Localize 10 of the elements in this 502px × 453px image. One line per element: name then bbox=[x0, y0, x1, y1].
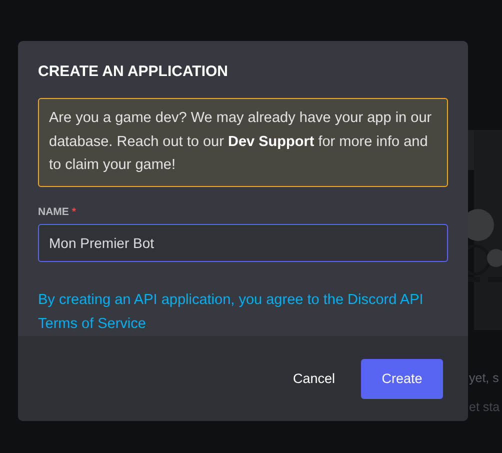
terms-link[interactable]: By creating an API application, you agree to the Discord API Terms of Service bbox=[38, 288, 448, 336]
name-field[interactable]: Mon Premier Bot bbox=[38, 224, 448, 262]
field-label: NAME bbox=[38, 206, 69, 218]
background-text: yet, s bbox=[469, 371, 499, 385]
background-text: et sta bbox=[469, 400, 500, 414]
cancel-button[interactable]: Cancel bbox=[276, 358, 351, 398]
dialog-title: CREATE AN APPLICATION bbox=[38, 63, 229, 80]
required-mark: * bbox=[72, 206, 76, 218]
notice-message: Are you a game dev? We may already have your app in our database. Reach out to our Dev Support for more info and to claim your game! bbox=[38, 98, 448, 186]
create-button[interactable]: Create bbox=[361, 358, 443, 398]
